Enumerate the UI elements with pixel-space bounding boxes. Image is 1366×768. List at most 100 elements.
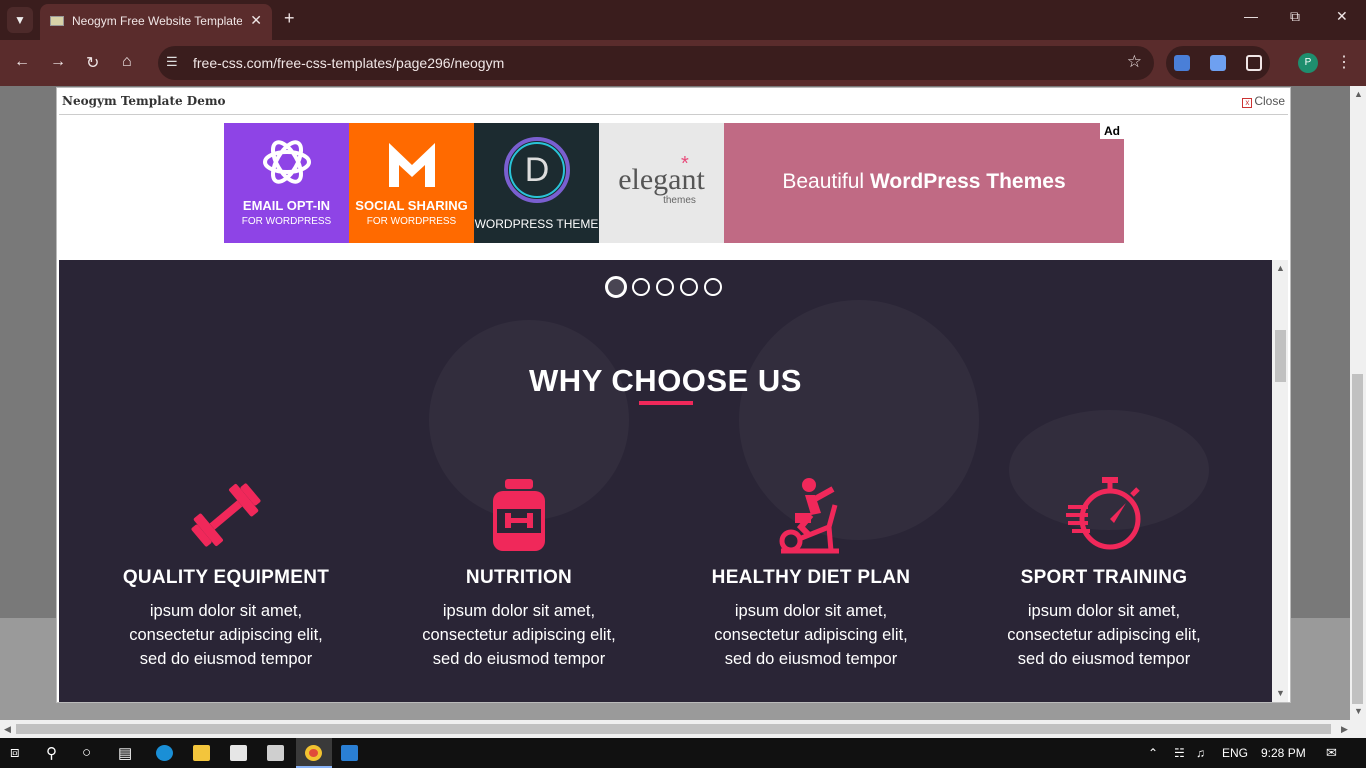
browser-menu-icon[interactable]: ⋮ (1336, 52, 1352, 72)
feature-sport-training: SPORT TRAINING ipsum dolor sit amet, cons… (974, 475, 1234, 671)
task-view-icon[interactable]: ▤ (118, 744, 132, 762)
dumbbell-icon (186, 475, 266, 555)
page-scroll-thumb[interactable] (1352, 374, 1363, 704)
home-icon[interactable]: ⌂ (122, 53, 132, 71)
clock[interactable]: 9:28 PM (1261, 746, 1306, 760)
edge-browser-icon[interactable] (156, 745, 173, 761)
ad-banner-text-bold: WordPress Themes (869, 170, 1066, 193)
ad-tile-elegant-themes[interactable]: elegant themes * (599, 123, 724, 243)
heading-underline (639, 401, 693, 405)
page-vertical-scrollbar[interactable]: ▲ ▼ (1350, 86, 1366, 720)
chrome-taskbar-button[interactable] (296, 738, 332, 768)
page-horizontal-scrollbar[interactable]: ◀ ▶ (0, 720, 1366, 738)
docs-extension-icon[interactable] (1210, 55, 1226, 71)
site-settings-icon[interactable]: ☰ (166, 54, 178, 70)
feature-healthy-diet-plan: HEALTHY DIET PLAN ipsum dolor sit amet, c… (681, 475, 941, 671)
feature-description-line-2: consectetur adipiscing elit, (422, 626, 616, 644)
cortana-icon[interactable]: ○ (82, 744, 91, 761)
preview-scroll-down-icon[interactable]: ▼ (1276, 688, 1285, 698)
preview-scroll-thumb[interactable] (1275, 330, 1286, 382)
feature-description-line-3: sed do eiusmod tempor (724, 650, 898, 668)
search-icon[interactable]: ⚲ (46, 744, 57, 762)
ad-tile-title: elegant (618, 163, 705, 196)
reload-icon[interactable]: ↻ (86, 53, 99, 73)
profile-avatar[interactable]: P (1298, 53, 1318, 73)
minimize-icon[interactable]: — (1244, 8, 1258, 24)
notifications-icon[interactable]: ✉ (1326, 745, 1337, 761)
tray-overflow-icon[interactable]: ⌃ (1148, 746, 1158, 760)
new-tab-button[interactable]: + (284, 8, 295, 29)
slider-dot-2[interactable] (632, 278, 650, 296)
close-tab-icon[interactable]: ✕ (250, 12, 262, 29)
puzzle-extensions-icon[interactable] (1246, 55, 1262, 71)
volume-icon[interactable]: ♫ (1196, 746, 1205, 760)
modal-close-button[interactable]: x Close (1242, 94, 1285, 108)
ad-main-panel[interactable]: Beautiful WordPress Themes Ad (724, 123, 1124, 243)
tab-title: Neogym Free Website Template (72, 14, 242, 28)
feature-title: SPORT TRAINING (1020, 567, 1188, 588)
os-taskbar: ⧈ ⚲ ○ ▤ ⌃ ☵ ♫ ENG 9:28 PM ✉ (0, 738, 1366, 768)
feature-description-line-1: ipsum dolor sit amet, (734, 602, 888, 620)
url-text[interactable]: free-css.com/free-css-templates/page296/… (193, 55, 504, 71)
slider-dot-3[interactable] (656, 278, 674, 296)
windows-start-icon[interactable]: ⧈ (10, 744, 20, 761)
store-icon[interactable] (230, 745, 247, 761)
ad-tile-divi-theme[interactable]: D WORDPRESS THEME (474, 123, 599, 243)
ad-tile-title: SOCIAL SHARING (355, 198, 468, 213)
preview-scroll-up-icon[interactable]: ▲ (1276, 263, 1285, 273)
scroll-left-icon[interactable]: ◀ (4, 724, 11, 735)
feature-title: QUALITY EQUIPMENT (122, 567, 330, 588)
ad-badge[interactable]: Ad (1100, 123, 1124, 139)
translate-extension-icon[interactable] (1174, 55, 1190, 71)
slider-dot-1[interactable] (605, 276, 627, 298)
address-bar[interactable]: ☰ free-css.com/free-css-templates/page29… (158, 46, 1154, 80)
feature-description-line-2: consectetur adipiscing elit, (129, 626, 323, 644)
close-icon[interactable]: x (1242, 98, 1253, 108)
template-preview: WHY CHOOSE US QUALITY EQUIPMENT ipsum do… (59, 260, 1272, 702)
close-window-icon[interactable]: ✕ (1336, 8, 1348, 25)
section-heading: WHY CHOOSE US (529, 363, 802, 398)
ad-tile-subtitle: FOR WORDPRESS (366, 216, 457, 227)
supplement-jar-icon (479, 475, 559, 555)
preview-scrollbar[interactable]: ▲ ▼ (1272, 260, 1288, 702)
ad-tile-subtitle: FOR WORDPRESS (241, 216, 332, 227)
browser-toolbar: ← → ↻ ⌂ ☰ free-css.com/free-css-template… (0, 40, 1366, 86)
feature-description-line-3: sed do eiusmod tempor (139, 650, 313, 668)
ad-tile-title: EMAIL OPT-IN (242, 198, 331, 213)
feature-description: ipsum dolor sit amet, consectetur adipisc… (389, 599, 649, 671)
wifi-icon[interactable]: ☵ (1174, 746, 1185, 760)
ad-tile-social-sharing[interactable]: SOCIAL SHARING FOR WORDPRESS (349, 123, 474, 243)
feature-description-line-1: ipsum dolor sit amet, (442, 602, 596, 620)
stopwatch-icon (1064, 475, 1144, 555)
ad-tile-email-optin[interactable]: EMAIL OPT-IN FOR WORDPRESS (224, 123, 349, 243)
feature-nutrition: NUTRITION ipsum dolor sit amet, consectet… (389, 475, 649, 671)
feature-description-line-3: sed do eiusmod tempor (1017, 650, 1191, 668)
extensions-group (1166, 46, 1270, 80)
horizontal-scroll-thumb[interactable] (16, 724, 1331, 734)
bookmark-star-icon[interactable]: ☆ (1127, 52, 1142, 72)
slider-dot-5[interactable] (704, 278, 722, 296)
modal-divider (59, 114, 1288, 115)
mail-icon[interactable] (267, 745, 284, 761)
scroll-up-icon[interactable]: ▲ (1354, 89, 1363, 99)
modal-title: Neogym Template Demo (62, 94, 226, 108)
forward-arrow-icon[interactable]: → (50, 53, 66, 71)
slider-dot-4[interactable] (680, 278, 698, 296)
vscode-icon[interactable] (341, 745, 358, 761)
back-arrow-icon[interactable]: ← (14, 53, 30, 71)
active-tab[interactable]: Neogym Free Website Template ✕ (40, 4, 272, 40)
scroll-right-icon[interactable]: ▶ (1341, 724, 1348, 735)
site-favicon-icon (50, 16, 64, 26)
file-explorer-icon[interactable] (193, 745, 210, 761)
svg-text:D: D (525, 151, 550, 189)
language-indicator[interactable]: ENG (1222, 746, 1248, 760)
restore-icon[interactable]: ⧉ (1290, 8, 1300, 25)
template-demo-modal: Neogym Template Demo x Close EMAIL OPT-IN… (56, 87, 1291, 703)
tab-search-button[interactable]: ▼ (7, 7, 33, 33)
scroll-down-icon[interactable]: ▼ (1354, 706, 1363, 716)
advertisement-banner[interactable]: EMAIL OPT-IN FOR WORDPRESS SOCIAL SHARIN… (224, 123, 1124, 243)
modal-close-label[interactable]: Close (1254, 94, 1285, 108)
chrome-icon (305, 745, 322, 761)
feature-description-line-1: ipsum dolor sit amet, (149, 602, 303, 620)
feature-title: HEALTHY DIET PLAN (711, 567, 911, 588)
